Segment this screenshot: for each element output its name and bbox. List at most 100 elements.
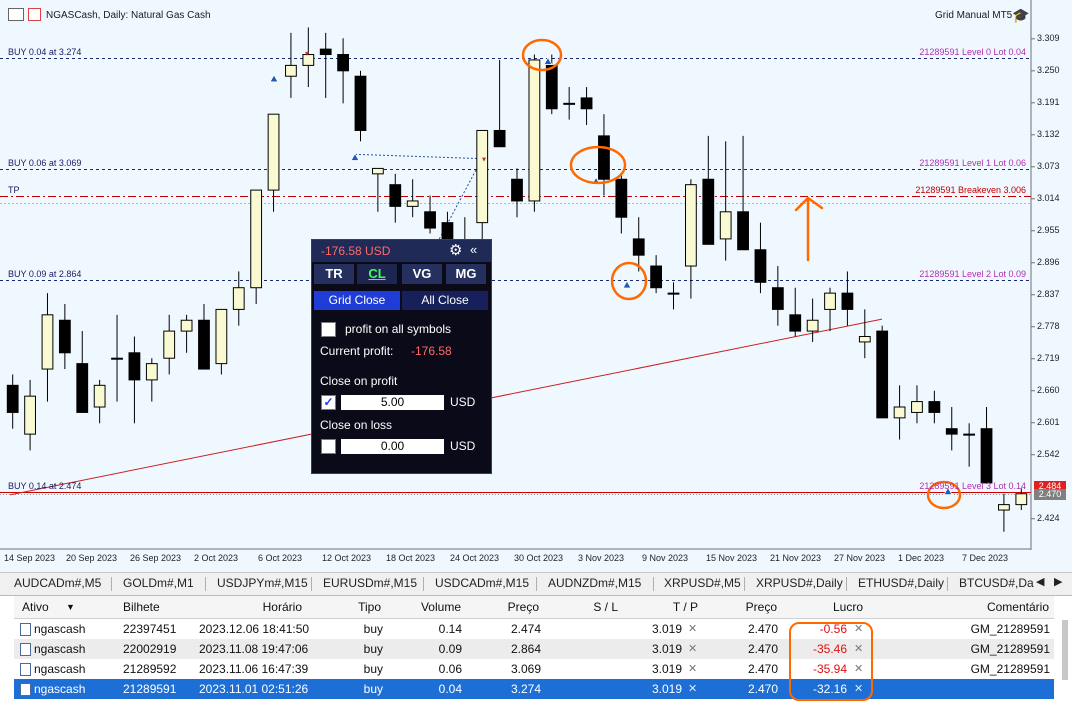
symbol-tab[interactable]: USDJPYm#,M15 [217, 576, 308, 590]
candle-body [911, 401, 923, 413]
graduation-cap-icon: 🎓 [1012, 7, 1030, 23]
cell-tp: 3.019 [651, 682, 682, 696]
cell-tipo: buy [363, 682, 383, 696]
cell-bilhete: 21289592 [123, 662, 177, 676]
table-row[interactable]: ngascash 21289592 2023.11.06 16:47:39 buy 0.… [14, 659, 1054, 679]
symbol-tab[interactable]: EURUSDm#,M15 [323, 576, 417, 590]
all-close-button[interactable]: All Close [402, 291, 488, 310]
panel-header[interactable]: -176.58 USD ⚙ « [312, 240, 491, 262]
candlestick-chart[interactable] [0, 0, 1072, 572]
cell-tp: 3.019 [651, 622, 682, 636]
position-icon [20, 623, 31, 636]
tab-divider [111, 577, 112, 591]
symbol-tab[interactable]: XRPUSD#,Daily [756, 576, 843, 590]
close-icon[interactable]: ✕ [688, 639, 697, 659]
table-header: Ativo ▼ Bilhete Horário Tipo Volume Preç… [14, 596, 1054, 619]
level-right-label: 21289591 Level 2 Lot 0.09 [919, 269, 1026, 280]
close-on-loss-currency: USD [450, 439, 476, 453]
col-horario[interactable]: Horário [214, 596, 302, 618]
candle-body [858, 336, 871, 343]
buy-arrow-marker [543, 56, 553, 65]
col-tipo[interactable]: Tipo [314, 596, 381, 618]
symbol-tab[interactable]: BTCUSD#,Da [959, 576, 1034, 590]
close-on-profit-currency: USD [450, 395, 476, 409]
chart-area[interactable]: NGASCash, Daily: Natural Gas Cash Grid M… [0, 0, 1072, 573]
time-tick-label: 3 Nov 2023 [578, 553, 625, 563]
symbol-tab[interactable]: XRPUSD#,M5 [664, 576, 741, 590]
close-on-profit-checkbox[interactable]: ✓ [321, 395, 336, 410]
price-tick-label: 3.132 [1037, 128, 1060, 139]
col-sl[interactable]: S / L [554, 596, 618, 618]
table-row[interactable]: ngascash 22397451 2023.12.06 18:41:50 buy 0.… [14, 619, 1054, 639]
scroll-right-icon[interactable]: ▶ [1054, 575, 1062, 588]
symbol-tab[interactable]: GOLDm#,M1 [123, 576, 194, 590]
candle-body [1015, 493, 1028, 506]
candle-body [893, 406, 906, 419]
col-tp[interactable]: T / P [634, 596, 698, 618]
close-icon[interactable]: ✕ [688, 619, 697, 639]
col-preco[interactable]: Preço [474, 596, 539, 618]
position-icon [20, 683, 31, 696]
tab-cl[interactable]: CL [357, 264, 397, 284]
candle-body [702, 178, 715, 245]
cell-preco: 2.864 [510, 642, 541, 656]
cell-preco: 2.474 [510, 622, 541, 636]
close-on-loss-checkbox[interactable] [321, 439, 336, 454]
cell-ativo: ngascash [34, 682, 86, 696]
buy-arrow-marker [622, 280, 632, 289]
scroll-left-icon[interactable]: ◀ [1036, 575, 1044, 588]
cell-volume: 0.04 [438, 682, 462, 696]
gear-icon[interactable]: ⚙ [449, 241, 462, 259]
time-tick-label: 20 Sep 2023 [66, 553, 118, 563]
time-tick-label: 24 Oct 2023 [450, 553, 500, 563]
menu-icon[interactable] [8, 8, 24, 21]
cell-volume: 0.09 [438, 642, 462, 656]
candle-body [267, 113, 280, 191]
col-bilhete[interactable]: Bilhete [123, 596, 160, 618]
grid-close-button[interactable]: Grid Close [314, 291, 400, 310]
time-tick-label: 27 Nov 2023 [834, 553, 886, 563]
tab-mg[interactable]: MG [446, 264, 486, 284]
col-preco2[interactable]: Preço [714, 596, 777, 618]
symbol-tab[interactable]: USDCADm#,M15 [435, 576, 529, 590]
col-volume[interactable]: Volume [394, 596, 461, 618]
time-tick-label: 15 Nov 2023 [706, 553, 758, 563]
candle-body [93, 384, 106, 408]
price-tick-label: 3.191 [1037, 96, 1060, 107]
cell-tp: 3.019 [651, 662, 682, 676]
panel-profit: -176.58 USD [321, 244, 391, 258]
candle-body [41, 314, 54, 370]
table-row[interactable]: ngascash 21289591 2023.11.01 02:51:26 buy 0.… [14, 679, 1054, 699]
table-scrollbar[interactable] [1062, 620, 1068, 680]
candle-body [302, 54, 315, 66]
close-on-loss-label: Close on loss [320, 418, 393, 432]
close-icon[interactable]: ✕ [688, 659, 697, 679]
candle-body [6, 384, 19, 413]
time-tick-label: 9 Nov 2023 [642, 553, 689, 563]
col-comentario[interactable]: Comentário [914, 596, 1049, 618]
symbol-tab[interactable]: AUDNZDm#,M15 [548, 576, 641, 590]
sort-arrow-icon[interactable]: ▼ [66, 596, 75, 618]
close-on-profit-input[interactable]: 5.00 [341, 395, 444, 410]
table-row[interactable]: ngascash 22002919 2023.11.08 19:47:06 buy 0.… [14, 639, 1054, 659]
price-tick-label: 2.542 [1037, 448, 1060, 459]
close-on-loss-input[interactable]: 0.00 [341, 439, 444, 454]
candle-body [824, 292, 836, 310]
col-lucro[interactable]: Lucro [794, 596, 863, 618]
cell-horario: 2023.11.01 02:51:26 [199, 682, 309, 696]
profit-all-checkbox[interactable] [321, 322, 336, 337]
candle-body [771, 287, 784, 310]
cell-comentario: GM_21289591 [970, 662, 1050, 676]
grid-manual-panel[interactable]: -176.58 USD ⚙ « TR CL VG MG Grid Close A… [311, 239, 492, 474]
tab-tr[interactable]: TR [314, 264, 354, 284]
price-tick-label: 2.955 [1037, 224, 1060, 235]
col-ativo[interactable]: Ativo [22, 596, 49, 618]
price-tick-label: 2.660 [1037, 384, 1060, 395]
tab-vg[interactable]: VG [402, 264, 442, 284]
close-icon[interactable]: ✕ [688, 679, 697, 699]
symbol-tab[interactable]: ETHUSD#,Daily [858, 576, 944, 590]
symbol-tab[interactable]: AUDCADm#,M5 [14, 576, 101, 590]
candle-body [476, 129, 489, 224]
chart-type-icon[interactable] [28, 8, 41, 21]
collapse-icon[interactable]: « [470, 242, 477, 257]
